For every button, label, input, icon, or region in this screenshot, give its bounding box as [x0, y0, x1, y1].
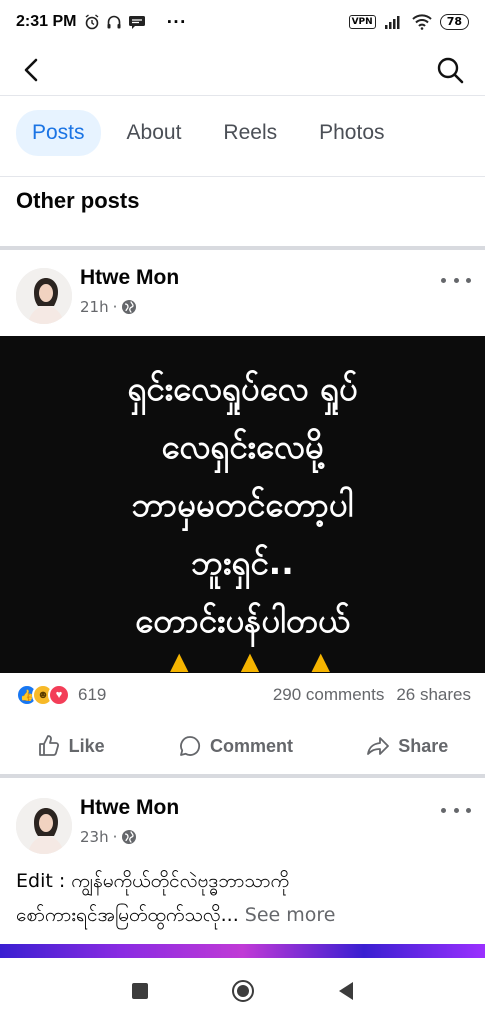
- like-button[interactable]: Like: [37, 734, 105, 758]
- caption-line: Edit : ကျွန်မကိုယ်တိုင်လဲဗုဒ္ဓဘာသာကို: [16, 870, 290, 892]
- wifi-icon: [411, 14, 432, 30]
- caption-line-2: စော်ကားရင်အမြတ်ထွက်သလို... See more: [16, 898, 471, 932]
- caption-line: စော်ကားရင်အမြတ်ထွက်သလို...: [16, 904, 239, 926]
- comment-bubble-icon: [180, 736, 201, 756]
- tabs-divider: [0, 176, 485, 177]
- praying-hands-icon: ▲: [170, 647, 189, 675]
- reaction-count[interactable]: 619: [78, 685, 106, 705]
- system-nav-bar: [0, 958, 485, 1024]
- tab-about[interactable]: About: [111, 110, 198, 156]
- engagement-stats: 290 comments 26 shares: [273, 685, 471, 705]
- image-text-line: ဘာမှမတင်တော့ပါ: [131, 484, 354, 524]
- post-header: Htwe Mon 23h ·: [0, 792, 485, 862]
- message-icon: [129, 16, 146, 29]
- reaction-icons[interactable]: 👍 ☻ ♥: [16, 684, 70, 706]
- nav-back-icon[interactable]: [338, 982, 353, 1000]
- more-options-icon[interactable]: [441, 270, 471, 290]
- post-author[interactable]: Htwe Mon: [80, 266, 179, 290]
- share-button[interactable]: Share: [366, 734, 448, 758]
- post-time[interactable]: 21h: [80, 298, 109, 316]
- post-caption: Edit : ကျွန်မကိုယ်တိုင်လဲဗုဒ္ဓဘာသာကို စေ…: [16, 864, 471, 932]
- post-image[interactable]: ရှင်းလေရှုပ်လေ ရှုပ် လေရှင်းလေမို့ ဘာမှမ…: [0, 336, 485, 673]
- tab-posts[interactable]: Posts: [16, 110, 101, 156]
- like-label: Like: [68, 735, 105, 756]
- image-text-line: ရှင်းလေရှုပ်လေ ရှုပ်: [127, 368, 358, 408]
- see-more-link[interactable]: See more: [245, 904, 336, 926]
- status-time: 2:31 PM: [16, 13, 77, 30]
- avatar[interactable]: [16, 268, 72, 324]
- vpn-badge: VPN: [348, 15, 376, 29]
- status-icons: ···: [84, 13, 186, 31]
- avatar[interactable]: [16, 798, 72, 854]
- image-text-line: ဘူးရှင်..: [191, 542, 294, 582]
- post-meta: 21h ·: [80, 298, 137, 316]
- status-bar: 2:31 PM ··· VPN 78: [0, 0, 485, 44]
- post-meta: 23h ·: [80, 828, 137, 846]
- comment-button[interactable]: Comment: [178, 734, 293, 758]
- post-header: Htwe Mon 21h ·: [0, 262, 485, 332]
- avatar-photo: [16, 268, 72, 324]
- post-time[interactable]: 23h: [80, 828, 109, 846]
- avatar-photo: [16, 798, 72, 854]
- top-app-bar: [0, 44, 485, 96]
- post-actions: Like Comment Share: [0, 724, 485, 768]
- love-reaction-icon: ♥: [48, 684, 70, 706]
- globe-icon: [122, 830, 137, 844]
- share-arrow-icon: [367, 737, 390, 755]
- praying-hands-emojis: ▲ ▲ ▲: [170, 649, 330, 673]
- search-icon[interactable]: [435, 55, 465, 85]
- more-options-icon[interactable]: [441, 800, 471, 820]
- image-text-line: တောင်းပန်ပါတယ်: [135, 600, 350, 640]
- post-author[interactable]: Htwe Mon: [80, 796, 179, 820]
- share-label: Share: [398, 735, 449, 756]
- back-arrow-icon[interactable]: [18, 56, 46, 84]
- globe-icon: [122, 300, 137, 314]
- home-icon[interactable]: [232, 980, 255, 1002]
- meta-separator: ·: [112, 298, 118, 316]
- meta-separator: ·: [112, 828, 118, 846]
- alarm-icon: [86, 14, 99, 30]
- image-text-line: လေရှင်းလေမို့: [161, 426, 324, 466]
- tab-reels[interactable]: Reels: [207, 110, 293, 156]
- status-right: VPN 78: [348, 14, 469, 30]
- media-preview-strip[interactable]: [0, 944, 485, 958]
- thumbs-up-icon: [38, 735, 59, 756]
- section-title: Other posts: [16, 188, 140, 213]
- praying-hands-icon: ▲: [240, 647, 260, 675]
- praying-hands-icon: ▲: [311, 647, 330, 675]
- post-stats: 👍 ☻ ♥ 619 290 comments 26 shares: [16, 680, 471, 710]
- headphones-icon: [107, 15, 121, 29]
- section-divider: [0, 246, 485, 250]
- comments-count[interactable]: 290 comments: [273, 685, 385, 705]
- profile-tabs: Posts About Reels Photos: [16, 110, 401, 156]
- recent-apps-icon[interactable]: [132, 983, 149, 999]
- battery-indicator: 78: [439, 14, 469, 30]
- tab-photos[interactable]: Photos: [303, 110, 400, 156]
- shares-count[interactable]: 26 shares: [396, 685, 471, 705]
- signal-icon: [384, 16, 400, 29]
- overflow-dots-icon: ···: [166, 13, 187, 31]
- comment-label: Comment: [209, 735, 293, 756]
- post-divider: [0, 774, 485, 778]
